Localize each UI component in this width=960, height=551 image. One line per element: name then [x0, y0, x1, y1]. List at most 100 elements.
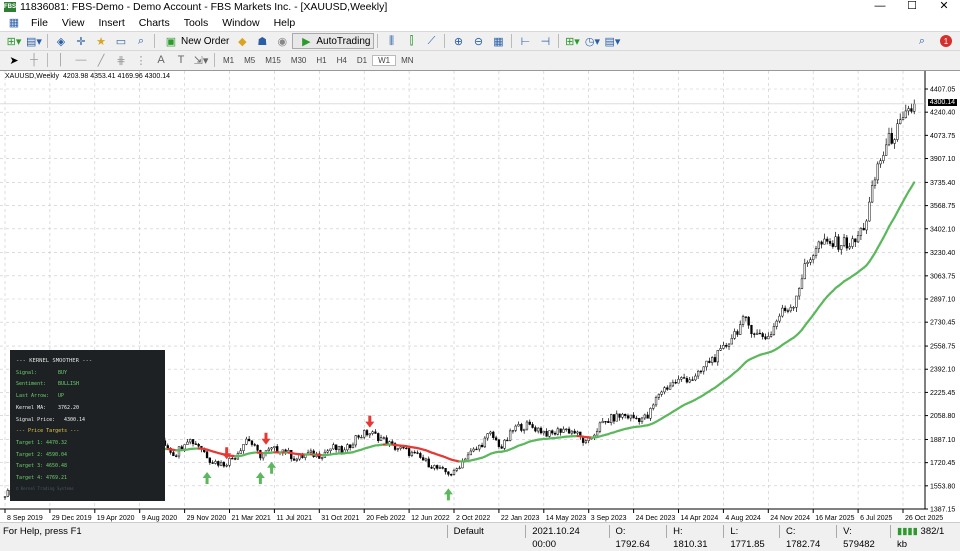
candle-body — [888, 133, 890, 145]
bar-chart-icon[interactable]: ⫼ — [383, 34, 399, 48]
autotrading-button[interactable]: ▶AutoTrading — [292, 33, 374, 49]
targets-title: --- Price Targets --- — [16, 426, 159, 438]
candle-body — [588, 438, 590, 440]
date-tick-label: 11 Jul 2021 — [276, 515, 312, 522]
metaeditor-icon[interactable]: ◆ — [234, 34, 250, 48]
candle-body — [784, 308, 786, 311]
autoscroll-icon[interactable]: ⊣ — [537, 34, 553, 48]
text-label-icon[interactable]: T — [173, 53, 189, 67]
horizontal-line-icon[interactable]: — — [73, 53, 89, 67]
arrows-icon[interactable]: ⇲▾ — [193, 53, 209, 67]
indicators-icon[interactable]: ⊞▾ — [564, 34, 580, 48]
candle-body — [526, 422, 528, 429]
candle-body — [366, 430, 368, 434]
bar-low: L: 1771.85 — [723, 525, 779, 538]
profiles-icon[interactable]: ▤▾ — [26, 34, 42, 48]
menu-view[interactable]: View — [55, 17, 92, 29]
price-tick-label: 3907.10 — [930, 156, 955, 163]
candle-body — [262, 454, 264, 458]
candle-body — [4, 496, 6, 497]
candle-body — [793, 307, 795, 308]
candle-body — [908, 109, 910, 111]
candle-body — [504, 440, 506, 448]
maximize-button[interactable]: ☐ — [896, 0, 928, 12]
trendline-icon[interactable]: ╱ — [93, 53, 109, 67]
data-window-icon[interactable]: ✛ — [73, 34, 89, 48]
divider — [47, 34, 48, 48]
market-watch-icon[interactable]: ◈ — [53, 34, 69, 48]
price-chart[interactable]: 4407.054240.404073.753907.103735.403568.… — [0, 70, 960, 522]
candle-body — [669, 386, 671, 389]
candle-body — [655, 397, 657, 405]
timeframe-w1[interactable]: W1 — [372, 55, 396, 66]
panel-title: --- KERNEL SMOOTHER --- — [16, 356, 159, 368]
candle-body — [756, 333, 758, 334]
chart-window-icon[interactable]: ▦ — [6, 16, 22, 30]
fibonacci-icon[interactable]: ⋮ — [133, 53, 149, 67]
timeframe-d1[interactable]: D1 — [352, 56, 372, 65]
menu-window[interactable]: Window — [215, 17, 266, 29]
new-order-button[interactable]: ▣New Order — [158, 33, 232, 49]
tile-windows-icon[interactable]: ▦ — [490, 34, 506, 48]
signals-icon[interactable]: ☗ — [254, 34, 270, 48]
timeframe-m15[interactable]: M15 — [260, 56, 286, 65]
candlestick-icon[interactable]: ⫿ — [403, 34, 419, 48]
timeframe-m30[interactable]: M30 — [286, 56, 312, 65]
target-4: Target 4:4769.21 — [16, 473, 159, 485]
candle-body — [518, 424, 520, 426]
candle-body — [751, 325, 753, 334]
menu-help[interactable]: Help — [267, 17, 303, 29]
candle-body — [240, 451, 242, 454]
menu-tools[interactable]: Tools — [177, 17, 216, 29]
terminal-icon[interactable]: ▭ — [113, 34, 129, 48]
minimize-button[interactable]: — — [864, 0, 896, 12]
candle-body — [882, 155, 884, 160]
candle-body — [248, 439, 250, 441]
candle-body — [447, 472, 449, 475]
line-chart-icon[interactable]: ⟋ — [423, 34, 439, 48]
channel-icon[interactable]: ⋕ — [113, 53, 129, 67]
cursor-icon[interactable]: ➤ — [6, 53, 22, 67]
text-icon[interactable]: A — [153, 53, 169, 67]
connection-status[interactable]: ▮▮▮▮ 382/1 kb — [890, 525, 960, 538]
strategy-tester-icon[interactable]: ⌕ — [133, 34, 149, 48]
panel-sentiment: Sentiment:BULLISH — [16, 379, 159, 391]
menu-file[interactable]: File — [24, 17, 55, 29]
menu-charts[interactable]: Charts — [132, 17, 177, 29]
candle-body — [745, 317, 747, 318]
candle-body — [310, 451, 312, 452]
timeframe-h1[interactable]: H1 — [311, 56, 331, 65]
candle-body — [330, 449, 332, 451]
candle-body — [299, 455, 301, 459]
profile-name[interactable]: Default — [447, 525, 526, 538]
notification-badge[interactable]: 1 — [940, 35, 952, 47]
price-tick-label: 2225.45 — [930, 390, 955, 397]
periods-icon[interactable]: ◷▾ — [584, 34, 600, 48]
candle-body — [360, 437, 362, 438]
timeframe-m5[interactable]: M5 — [239, 56, 260, 65]
navigator-icon[interactable]: ★ — [93, 34, 109, 48]
bar-close: C: 1782.74 — [779, 525, 836, 538]
close-button[interactable]: ✕ — [928, 0, 960, 12]
price-tick-label: 2558.75 — [930, 344, 955, 351]
crosshair-icon[interactable]: ┼ — [26, 53, 42, 67]
radio-icon[interactable]: ◉ — [274, 34, 290, 48]
candle-body — [358, 436, 360, 438]
bar-time: 2021.10.24 00:00 — [525, 525, 608, 538]
timeframe-h4[interactable]: H4 — [332, 56, 352, 65]
zoom-in-icon[interactable]: ⊕ — [450, 34, 466, 48]
candle-body — [672, 382, 674, 386]
timeframe-m1[interactable]: M1 — [218, 56, 239, 65]
new-chart-icon[interactable]: ⊞▾ — [6, 34, 22, 48]
menu-insert[interactable]: Insert — [92, 17, 132, 29]
zoom-out-icon[interactable]: ⊖ — [470, 34, 486, 48]
search-icon[interactable]: ⌕ — [914, 34, 930, 48]
candle-body — [630, 415, 632, 418]
buy-arrow-icon — [444, 488, 453, 500]
vertical-line-icon[interactable]: │ — [53, 53, 69, 67]
candle-body — [610, 415, 612, 423]
templates-icon[interactable]: ▤▾ — [604, 34, 620, 48]
timeframe-mn[interactable]: MN — [396, 56, 418, 65]
chart-shift-icon[interactable]: ⊢ — [517, 34, 533, 48]
symbol-name: XAUUSD,Weekly — [5, 73, 59, 80]
